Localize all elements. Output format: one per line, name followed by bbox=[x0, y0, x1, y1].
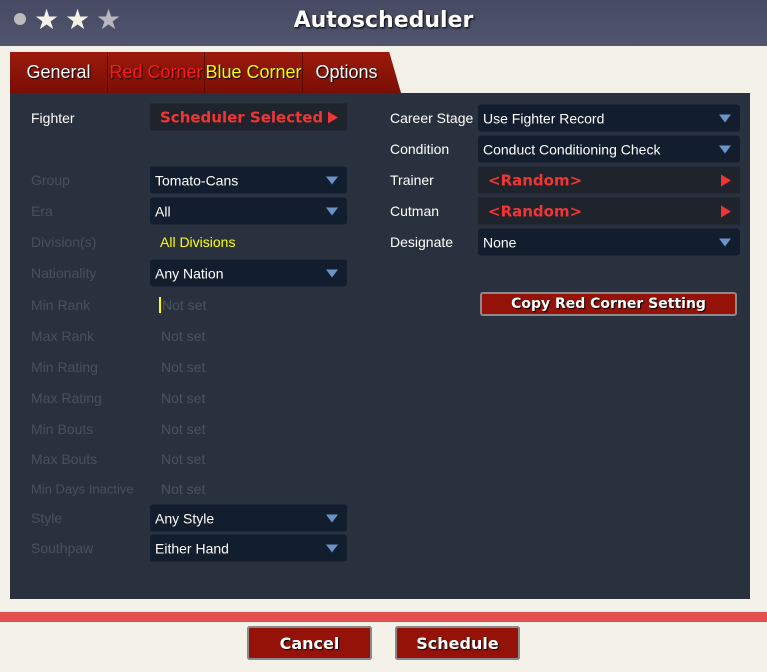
max-rating-input[interactable]: Not set bbox=[161, 390, 205, 406]
fighter-label: Fighter bbox=[31, 110, 75, 126]
nationality-dropdown[interactable]: Any Nation bbox=[150, 259, 347, 287]
era-value: All bbox=[155, 203, 171, 219]
group-dropdown[interactable]: Tomato-Cans bbox=[150, 166, 347, 194]
division-link[interactable]: All Divisions bbox=[160, 234, 235, 250]
cutman-value: <Random> bbox=[488, 202, 583, 220]
min-rank-label: Min Rank bbox=[31, 297, 91, 313]
tab-label: Options bbox=[315, 62, 378, 82]
chevron-down-icon bbox=[326, 207, 338, 216]
cutman-label: Cutman bbox=[390, 203, 440, 219]
play-arrow-icon bbox=[721, 205, 731, 218]
nationality-label: Nationality bbox=[31, 265, 97, 281]
trainer-picker[interactable]: <Random> bbox=[478, 166, 740, 194]
nationality-value: Any Nation bbox=[155, 265, 224, 281]
max-rank-label: Max Rank bbox=[31, 328, 95, 344]
style-dropdown[interactable]: Any Style bbox=[150, 504, 347, 532]
cancel-button[interactable]: Cancel bbox=[247, 626, 372, 660]
red-corner-panel: Fighter Scheduler Selected Group Tomato-… bbox=[10, 93, 750, 599]
trainer-value: <Random> bbox=[488, 171, 583, 189]
career-stage-dropdown[interactable]: Use Fighter Record bbox=[478, 104, 740, 132]
chevron-down-icon bbox=[326, 514, 338, 523]
max-rank-input[interactable]: Not set bbox=[161, 328, 205, 344]
tab-label: Blue Corner bbox=[205, 62, 302, 82]
southpaw-value: Either Hand bbox=[155, 540, 229, 556]
condition-dropdown[interactable]: Conduct Conditioning Check bbox=[478, 135, 740, 163]
fighter-value: Scheduler Selected bbox=[160, 108, 324, 126]
title-bar: ★ ★ ★ Autoscheduler bbox=[0, 0, 767, 46]
group-label: Group bbox=[31, 172, 70, 188]
min-bouts-label: Min Bouts bbox=[31, 421, 94, 437]
decorative-stripe bbox=[0, 612, 767, 622]
group-value: Tomato-Cans bbox=[155, 172, 239, 188]
min-rating-label: Min Rating bbox=[31, 359, 98, 375]
tab-bar: General Red Corner Blue Corner Options bbox=[10, 52, 401, 93]
tab-options[interactable]: Options bbox=[303, 52, 401, 93]
fighter-picker[interactable]: Scheduler Selected bbox=[150, 103, 347, 131]
play-arrow-icon bbox=[721, 174, 731, 187]
schedule-button[interactable]: Schedule bbox=[395, 626, 520, 660]
chevron-down-icon bbox=[326, 544, 338, 553]
tab-label: General bbox=[26, 62, 91, 82]
chevron-down-icon bbox=[719, 145, 731, 154]
style-label: Style bbox=[31, 510, 63, 526]
condition-label: Condition bbox=[390, 141, 450, 157]
chevron-down-icon bbox=[719, 114, 731, 123]
trainer-label: Trainer bbox=[390, 172, 434, 188]
division-label: Division(s) bbox=[31, 234, 97, 250]
southpaw-dropdown[interactable]: Either Hand bbox=[150, 534, 347, 562]
max-bouts-input[interactable]: Not set bbox=[161, 451, 205, 467]
chevron-down-icon bbox=[326, 269, 338, 278]
min-bouts-input[interactable]: Not set bbox=[161, 421, 205, 437]
max-rating-label: Max Rating bbox=[31, 390, 102, 406]
condition-value: Conduct Conditioning Check bbox=[483, 141, 661, 157]
tab-red-corner[interactable]: Red Corner bbox=[108, 52, 205, 93]
designate-label: Designate bbox=[390, 234, 454, 250]
chevron-down-icon bbox=[719, 238, 731, 247]
designate-dropdown[interactable]: None bbox=[478, 228, 740, 256]
min-rating-input[interactable]: Not set bbox=[161, 359, 205, 375]
career-stage-value: Use Fighter Record bbox=[483, 110, 605, 126]
southpaw-label: Southpaw bbox=[31, 540, 94, 556]
dialog-title: Autoscheduler bbox=[293, 8, 474, 33]
min-rank-input[interactable]: Not set bbox=[159, 297, 206, 313]
play-arrow-icon bbox=[328, 111, 338, 124]
tab-blue-corner[interactable]: Blue Corner bbox=[205, 52, 303, 93]
era-label: Era bbox=[31, 203, 53, 219]
tab-label: Red Corner bbox=[109, 62, 203, 82]
era-dropdown[interactable]: All bbox=[150, 197, 347, 225]
copy-red-corner-button[interactable]: Copy Red Corner Setting bbox=[480, 292, 737, 316]
style-value: Any Style bbox=[155, 510, 215, 526]
tab-general[interactable]: General bbox=[10, 52, 108, 93]
cutman-picker[interactable]: <Random> bbox=[478, 197, 740, 225]
max-bouts-label: Max Bouts bbox=[31, 451, 98, 467]
career-stage-label: Career Stage bbox=[390, 110, 474, 126]
min-days-inactive-input[interactable]: Not set bbox=[161, 481, 205, 497]
min-days-inactive-label: Min Days Inactive bbox=[31, 481, 134, 497]
chevron-down-icon bbox=[326, 176, 338, 185]
designate-value: None bbox=[483, 234, 517, 250]
